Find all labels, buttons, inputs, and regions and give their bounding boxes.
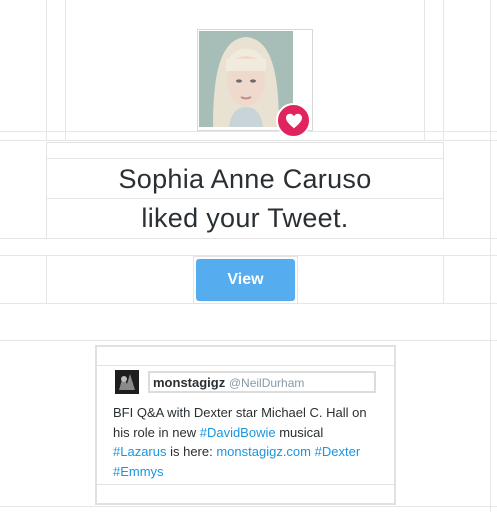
grid-line [490,0,491,512]
author-avatar-icon [115,370,139,394]
grid-line [443,0,444,140]
grid-line [0,140,497,141]
tweet-author-avatar[interactable] [115,370,139,394]
tweet-header: monstagigz @NeilDurham [148,371,376,393]
tweet-handle[interactable]: @NeilDurham [229,376,305,390]
grid-line [65,0,66,140]
tweet-text: BFI Q&A with Dexter star Michael C. Hall… [113,403,375,481]
grid-line [46,255,47,303]
grid-line [443,255,444,303]
heart-badge [276,103,311,138]
grid-line [97,365,394,366]
grid-line [424,0,425,140]
hashtag-link[interactable]: #Emmys [113,464,164,479]
view-button[interactable]: View [196,259,295,301]
grid-line [47,158,443,159]
liker-name: Sophia Anne Caruso [118,164,372,194]
grid-line [97,484,394,485]
tweet-text-segment: is here: [166,444,217,459]
hashtag-link[interactable]: #DavidBowie [200,425,276,440]
url-link[interactable]: monstagigz.com [216,444,311,459]
tweet-username[interactable]: monstagigz [153,375,225,390]
tweet-text-segment: musical [275,424,324,440]
heart-icon [285,113,302,128]
action-text: liked your Tweet. [141,203,349,233]
grid-line [0,131,497,132]
hashtag-link[interactable]: #Dexter [315,444,361,459]
grid-line [0,340,497,341]
grid-line [47,198,443,199]
grid-line [0,506,497,507]
hashtag-link[interactable]: #Lazarus [113,444,166,459]
grid-line [46,0,47,140]
